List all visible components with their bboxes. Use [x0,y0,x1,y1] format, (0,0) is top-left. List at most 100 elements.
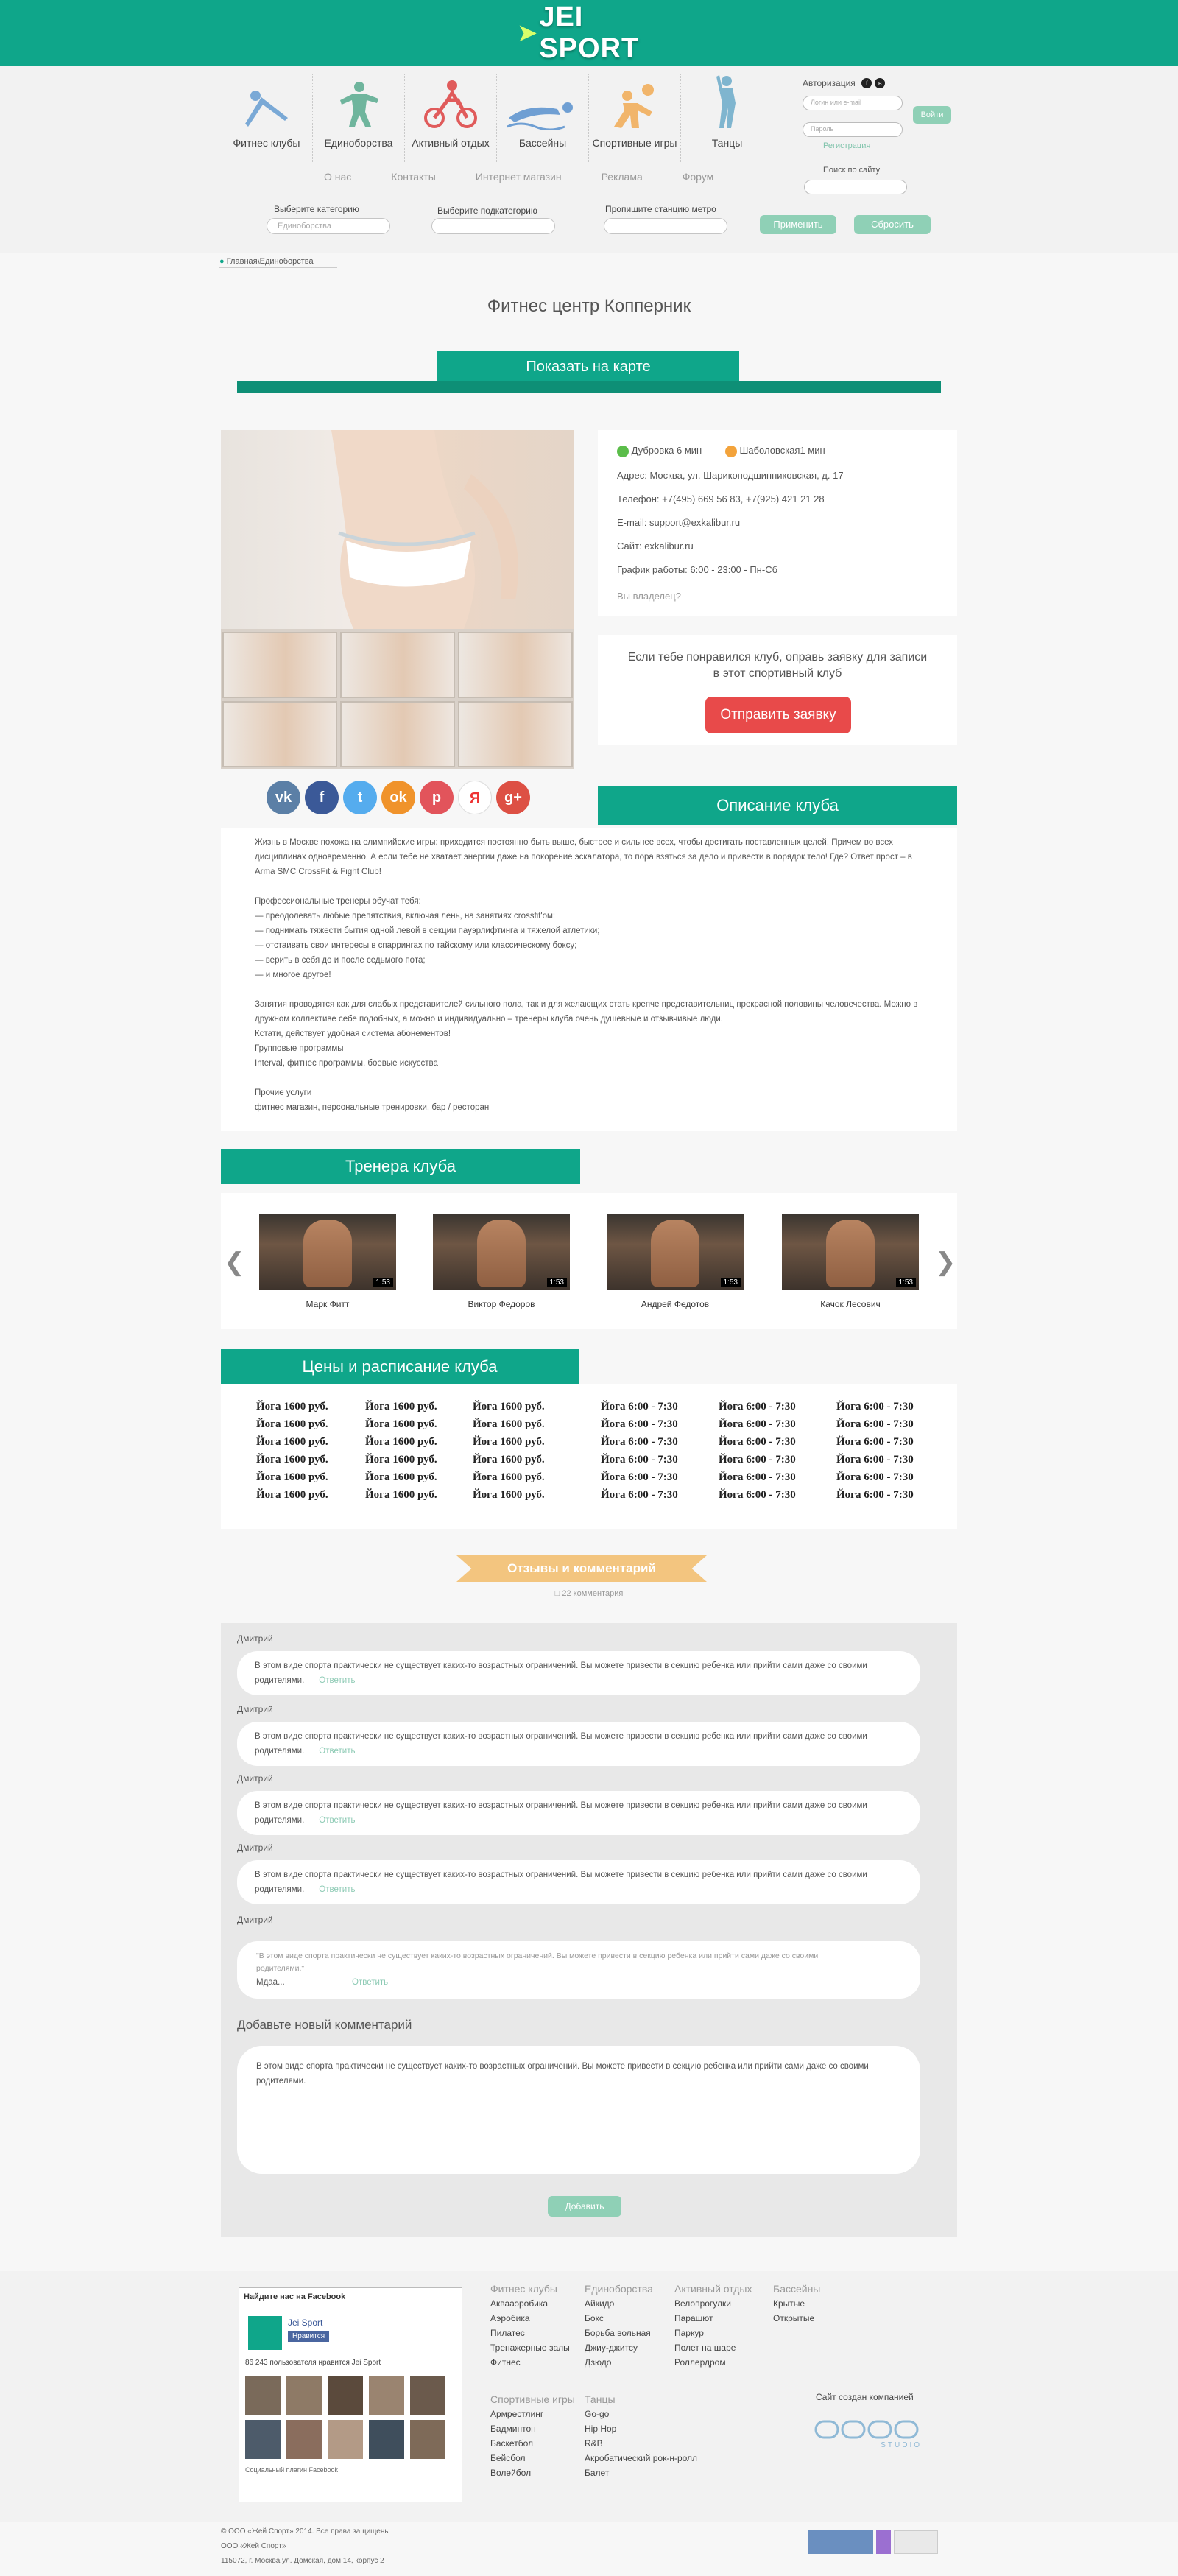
footer-column-title[interactable]: Активный отдых [674,2281,752,2296]
next-arrow-icon[interactable]: ❯ [935,1247,956,1277]
footer-link[interactable]: Пилатес [490,2326,570,2340]
category-pools[interactable]: Бассейны [497,74,589,162]
subcategory-select[interactable] [431,218,555,234]
footer-link[interactable]: Велопрогулки [674,2296,752,2311]
counter-badge[interactable] [876,2530,891,2554]
breadcrumb[interactable]: ● Главная\Единоборства [219,257,337,268]
reset-button[interactable]: Сбросить [854,215,931,234]
gallery-thumb[interactable] [458,632,573,698]
fb-page-name[interactable]: Jei Sport [288,2318,322,2328]
gallery-thumb[interactable] [222,632,337,698]
footer-link[interactable]: Борьба вольная [585,2326,653,2340]
vk-share-icon[interactable]: vk [267,781,300,814]
facebook-icon[interactable]: f [861,77,872,88]
facebook-share-icon[interactable]: f [305,781,339,814]
pinterest-share-icon[interactable]: p [420,781,454,814]
website[interactable]: Сайт: exkalibur.ru [617,541,694,552]
footer-link[interactable]: Айкидо [585,2296,653,2311]
map-bar[interactable] [237,381,941,393]
category-select[interactable]: Единоборства [267,218,390,234]
nav-item[interactable]: Контакты [391,171,435,189]
footer-column-title[interactable]: Фитнес клубы [490,2281,570,2296]
footer-link[interactable]: Парашют [674,2311,752,2326]
googleplus-share-icon[interactable]: g+ [496,781,530,814]
gallery-thumb[interactable] [222,701,337,767]
trainer-video[interactable]: 1:53 [782,1214,919,1290]
gallery-thumb[interactable] [340,632,455,698]
footer-link[interactable]: Открытые [773,2311,820,2326]
reply-link[interactable]: Ответить [319,1747,355,1756]
footer-link[interactable]: Роллердром [674,2355,752,2370]
owner-link[interactable]: Вы владелец? [617,591,681,602]
gallery-thumb[interactable] [340,701,455,767]
apply-button[interactable]: Применить [760,215,836,234]
twitter-share-icon[interactable]: t [343,781,377,814]
footer-link[interactable]: Фитнес [490,2355,570,2370]
footer-link[interactable]: Волейбол [490,2466,575,2480]
category-sport-games[interactable]: Спортивные игры [589,74,681,162]
email[interactable]: E-mail: support@exkalibur.ru [617,517,740,528]
register-link[interactable]: Регистрация [823,141,870,150]
site-logo[interactable]: ➤ JEI SPORT [515,1,663,64]
show-on-map-button[interactable]: Показать на карте [437,351,739,383]
odnoklassniki-share-icon[interactable]: ok [381,781,415,814]
trainer-video[interactable]: 1:53 [607,1214,744,1290]
footer-link[interactable]: R&B [585,2436,697,2451]
footer-link[interactable]: Баскетбол [490,2436,575,2451]
reply-link[interactable]: Ответить [319,1885,355,1894]
footer-link[interactable]: Аквааэробика [490,2296,570,2311]
trainer-card[interactable]: 1:53 Андрей Федотов [607,1214,744,1309]
nav-item[interactable]: Реклама [602,171,643,189]
counter-badge[interactable] [894,2530,938,2554]
footer-link[interactable]: Армрестлинг [490,2407,575,2421]
login-input[interactable]: Логин или e-mail [803,96,903,110]
nav-item[interactable]: Интернет магазин [476,171,562,189]
trainer-card[interactable]: 1:53 Марк Фитт [259,1214,396,1309]
reply-link[interactable]: Ответить [319,1676,355,1685]
trainer-video[interactable]: 1:53 [433,1214,570,1290]
vk-icon[interactable]: в [875,77,886,88]
category-dance[interactable]: Танцы [681,74,773,162]
footer-column-title[interactable]: Единоборства [585,2281,653,2296]
footer-link[interactable]: Тренажерные залы [490,2340,570,2355]
footer-link[interactable]: Акробатический рок-н-ролл [585,2451,697,2466]
footer-link[interactable]: Крытые [773,2296,820,2311]
footer-link[interactable]: Бейсбол [490,2451,575,2466]
trainer-video[interactable]: 1:53 [259,1214,396,1290]
gallery-thumb[interactable] [458,701,573,767]
category-martial-arts[interactable]: Единоборства [313,74,405,162]
search-input[interactable] [804,180,907,194]
footer-link[interactable]: Полет на шаре [674,2340,752,2355]
studio-logo[interactable]: STUDIO [814,2418,922,2451]
send-request-button[interactable]: Отправить заявку [705,697,851,733]
main-photo[interactable] [221,430,574,629]
footer-link[interactable]: Hip Hop [585,2421,697,2436]
add-comment-button[interactable]: Добавить [548,2196,621,2217]
category-fitness[interactable]: Фитнес клубы [221,74,313,162]
password-input[interactable]: Пароль [803,122,903,137]
footer-link[interactable]: Бокс [585,2311,653,2326]
footer-link[interactable]: Джиу-джитсу [585,2340,653,2355]
footer-link[interactable]: Балет [585,2466,697,2480]
footer-link[interactable]: Дзюдо [585,2355,653,2370]
fb-like-button[interactable]: Нравится [288,2331,330,2342]
footer-link[interactable]: Бадминтон [490,2421,575,2436]
nav-item[interactable]: Форум [683,171,714,189]
metro-input[interactable] [604,218,727,234]
nav-item[interactable]: О нас [324,171,351,189]
prev-arrow-icon[interactable]: ❮ [224,1247,245,1277]
footer-column-title[interactable]: Спортивные игры [490,2392,575,2407]
reply-link[interactable]: Ответить [319,1816,355,1825]
counter-badge[interactable] [808,2530,873,2554]
category-active-rest[interactable]: Активный отдых [405,74,497,162]
footer-link[interactable]: Аэробика [490,2311,570,2326]
login-button[interactable]: Войти [913,106,951,124]
yandex-share-icon[interactable]: Я [458,781,492,814]
footer-link[interactable]: Паркур [674,2326,752,2340]
footer-column-title[interactable]: Танцы [585,2392,697,2407]
trainer-card[interactable]: 1:53 Виктор Федоров [433,1214,570,1309]
comment-textarea[interactable]: В этом виде спорта практически не сущест… [237,2046,920,2174]
trainer-card[interactable]: 1:53 Качок Лесович [782,1214,919,1309]
footer-column-title[interactable]: Бассейны [773,2281,820,2296]
footer-link[interactable]: Go-go [585,2407,697,2421]
